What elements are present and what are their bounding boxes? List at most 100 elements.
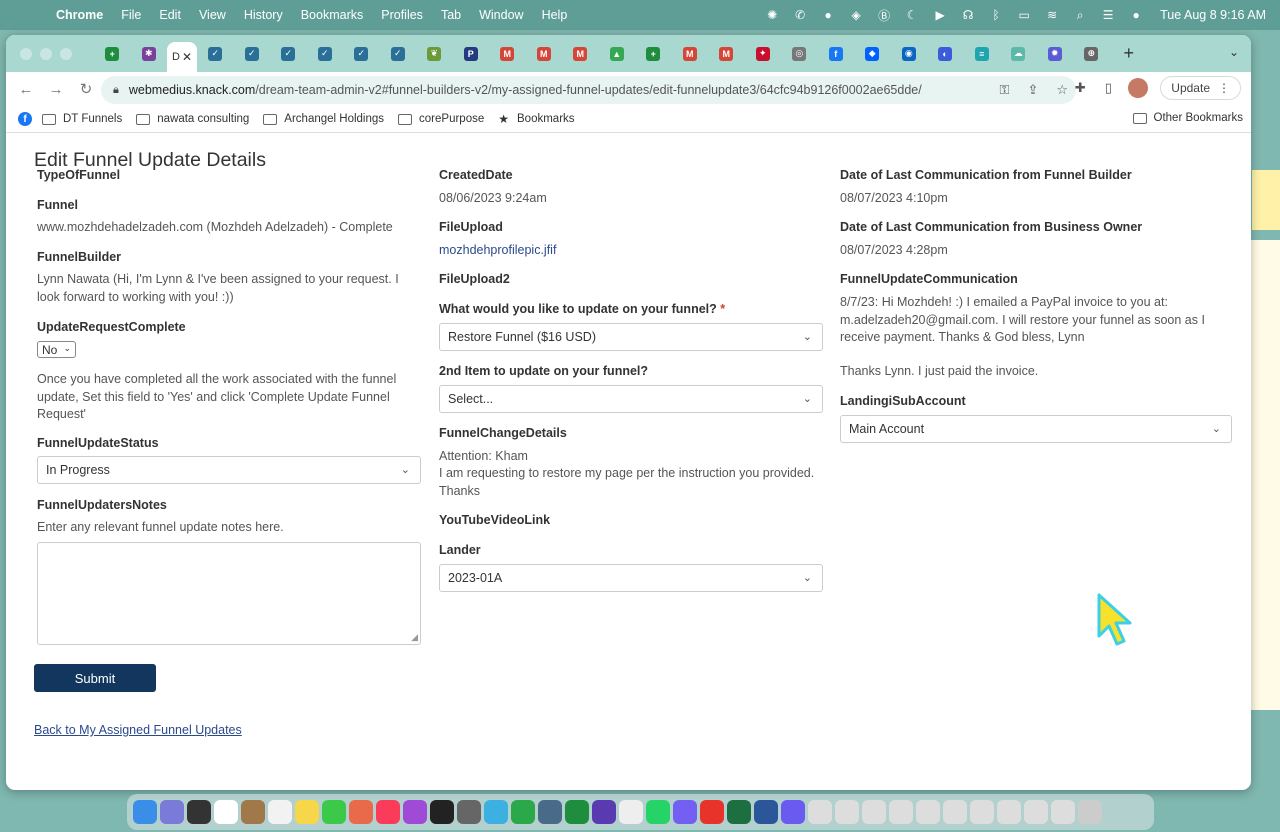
menu-bookmarks[interactable]: Bookmarks (301, 8, 364, 22)
system-settings-icon[interactable] (457, 800, 481, 824)
whatsapp-icon[interactable] (646, 800, 670, 824)
bitcoin-icon[interactable]: Ⓑ (876, 7, 892, 23)
bookmark-bookmarks[interactable]: ★ Bookmarks (498, 112, 574, 126)
share-icon[interactable]: ⇪ (1027, 82, 1038, 98)
control-center-icon[interactable]: ☰ (1100, 7, 1116, 23)
menu-profiles[interactable]: Profiles (381, 8, 423, 22)
play-icon[interactable]: ▶ (932, 7, 948, 23)
launchpad-icon[interactable] (160, 800, 184, 824)
resize-handle-icon[interactable]: ◢ (411, 632, 418, 643)
music-icon[interactable] (376, 800, 400, 824)
podcasts-icon[interactable] (403, 800, 427, 824)
trash-icon[interactable] (1078, 800, 1102, 824)
tab[interactable]: ✓ (307, 41, 344, 67)
tab[interactable]: f (818, 41, 855, 67)
address-bar[interactable]: 🔒︎ webmedius.knack.com/dream-team-admin-… (101, 76, 1076, 104)
close-window-button[interactable] (20, 47, 32, 60)
photos-icon[interactable] (349, 800, 373, 824)
bookmark-folder-nawata[interactable]: nawata consulting (136, 113, 249, 125)
extensions-puzzle-icon[interactable]: ✚ (1072, 80, 1088, 96)
bookmark-folder-archangel[interactable]: Archangel Holdings (263, 113, 384, 125)
viber-icon[interactable]: ✆ (792, 7, 808, 23)
tab[interactable]: ▲ (599, 41, 636, 67)
numbers-icon[interactable] (565, 800, 589, 824)
update-request-complete-select[interactable]: No ⌄ (37, 341, 76, 358)
tab[interactable]: ⊕ (1073, 41, 1110, 67)
imovie-icon[interactable] (592, 800, 616, 824)
document-icon[interactable] (997, 800, 1021, 824)
facetime-icon[interactable] (322, 800, 346, 824)
tab-active[interactable]: D ✕ (167, 42, 197, 72)
document-icon[interactable] (835, 800, 859, 824)
menu-view[interactable]: View (199, 8, 226, 22)
tab-search-chevron-icon[interactable]: ⌄ (1229, 45, 1239, 59)
tab[interactable]: ✓ (234, 41, 271, 67)
menubar-clock[interactable]: Tue Aug 8 9:16 AM (1160, 8, 1266, 22)
tab[interactable]: ☁ (1000, 41, 1037, 67)
tab[interactable]: M (672, 41, 709, 67)
excel-icon[interactable] (727, 800, 751, 824)
lock-icon[interactable]: 🔒︎ (113, 84, 119, 97)
notefile-icon[interactable] (241, 800, 265, 824)
calendar-icon[interactable] (214, 800, 238, 824)
tab[interactable]: ◐ (927, 41, 964, 67)
forward-icon[interactable]: → (46, 81, 66, 98)
document-icon[interactable] (943, 800, 967, 824)
tab[interactable]: M (489, 41, 526, 67)
url-text[interactable]: webmedius.knack.com/dream-team-admin-v2#… (129, 83, 922, 97)
close-tab-icon[interactable]: ✕ (182, 50, 192, 64)
tab[interactable]: M (526, 41, 563, 67)
minimize-window-button[interactable] (40, 47, 52, 60)
menu-edit[interactable]: Edit (159, 8, 181, 22)
bookmark-folder-dt-funnels[interactable]: DT Funnels (42, 113, 122, 125)
menu-file[interactable]: File (121, 8, 141, 22)
funnel-updaters-notes-textarea[interactable]: ◢ (37, 542, 421, 645)
submit-button[interactable]: Submit (34, 664, 156, 692)
key-icon[interactable]: ⚿ (1000, 82, 1010, 98)
notes-icon[interactable] (268, 800, 292, 824)
moon-icon[interactable]: ☾ (904, 7, 920, 23)
tab[interactable]: + (94, 41, 131, 67)
preview-icon[interactable] (538, 800, 562, 824)
menu-tab[interactable]: Tab (441, 8, 461, 22)
menu-window[interactable]: Window (479, 8, 523, 22)
battery-icon[interactable]: ▭ (1016, 7, 1032, 23)
acrobat-icon[interactable] (700, 800, 724, 824)
tab[interactable]: P (453, 41, 490, 67)
brightness-icon[interactable]: ✺ (764, 7, 780, 23)
tab[interactable]: ◆ (854, 41, 891, 67)
document-icon[interactable] (889, 800, 913, 824)
second-item-select[interactable]: Select... ⌄ (439, 385, 823, 413)
bookmark-facebook[interactable]: f (18, 112, 42, 126)
tab[interactable]: ≡ (964, 41, 1001, 67)
tab[interactable]: ◉ (891, 41, 928, 67)
search-icon[interactable]: ⌕ (1072, 7, 1088, 23)
document-icon[interactable] (1024, 800, 1048, 824)
chrome-update-button[interactable]: Update ⋮ (1160, 76, 1241, 100)
tab[interactable]: ✓ (197, 41, 234, 67)
bluetooth-icon[interactable]: ᛒ (988, 7, 1004, 23)
sidepanel-icon[interactable]: ▯ (1100, 80, 1116, 96)
word-icon[interactable] (754, 800, 778, 824)
mission-control-icon[interactable] (187, 800, 211, 824)
appletv-icon[interactable] (430, 800, 454, 824)
shield-icon[interactable]: ◈ (848, 7, 864, 23)
stickies-icon[interactable] (295, 800, 319, 824)
finder-icon[interactable] (133, 800, 157, 824)
profile-avatar[interactable] (1128, 78, 1149, 98)
user-icon[interactable]: ● (1128, 7, 1144, 23)
tab[interactable]: ✱ (131, 41, 168, 67)
menu-history[interactable]: History (244, 8, 283, 22)
document-icon[interactable] (862, 800, 886, 824)
viber-icon[interactable] (673, 800, 697, 824)
document-icon[interactable] (808, 800, 832, 824)
document-icon[interactable] (970, 800, 994, 824)
keynote-icon[interactable] (484, 800, 508, 824)
landingi-subaccount-select[interactable]: Main Account ⌄ (840, 415, 1232, 443)
tab[interactable]: M (562, 41, 599, 67)
zoom-window-button[interactable] (60, 47, 72, 60)
reload-icon[interactable]: ↻ (76, 80, 96, 98)
tab[interactable]: ◎ (781, 41, 818, 67)
tab[interactable]: ❦ (416, 41, 453, 67)
tab[interactable]: + (635, 41, 672, 67)
